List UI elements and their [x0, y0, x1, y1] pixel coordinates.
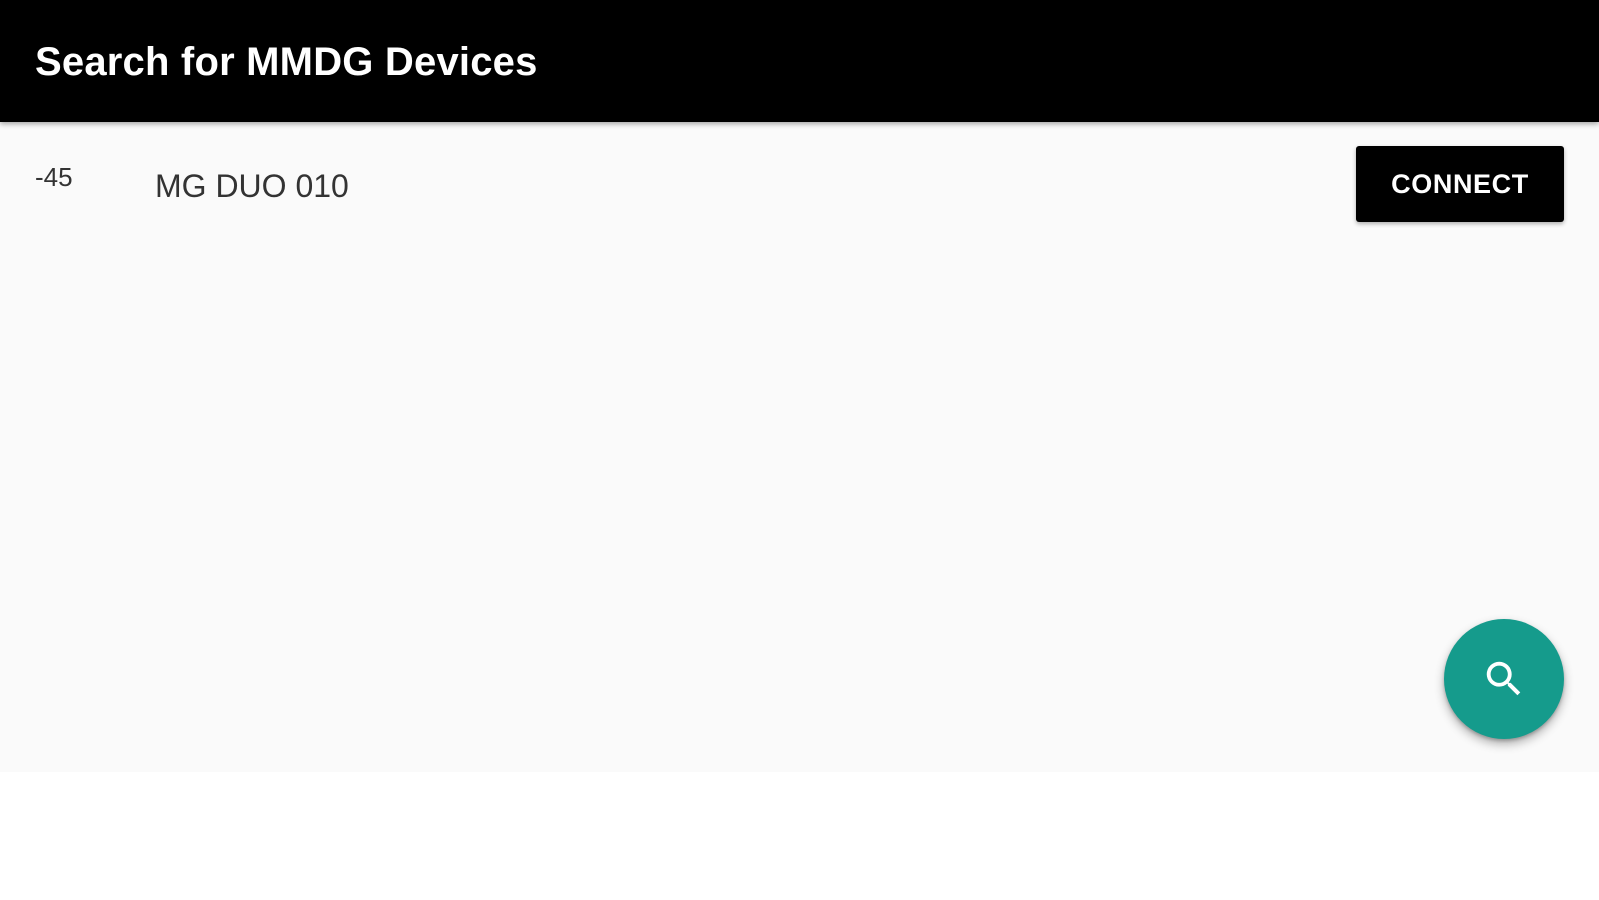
connect-button[interactable]: CONNECT: [1356, 146, 1564, 222]
device-name: MG DUO 010: [155, 168, 349, 204]
search-icon: [1486, 661, 1521, 696]
device-list-item: -45 MG DUO 010 CONNECT: [0, 122, 1599, 242]
device-search-screen: Search for MMDG Devices -45 MG DUO 010 C…: [0, 0, 1599, 772]
device-rssi: -45: [35, 162, 73, 192]
search-fab-button[interactable]: [1444, 619, 1564, 739]
page-title: Search for MMDG Devices: [35, 40, 538, 84]
app-bar: Search for MMDG Devices: [0, 0, 1599, 122]
